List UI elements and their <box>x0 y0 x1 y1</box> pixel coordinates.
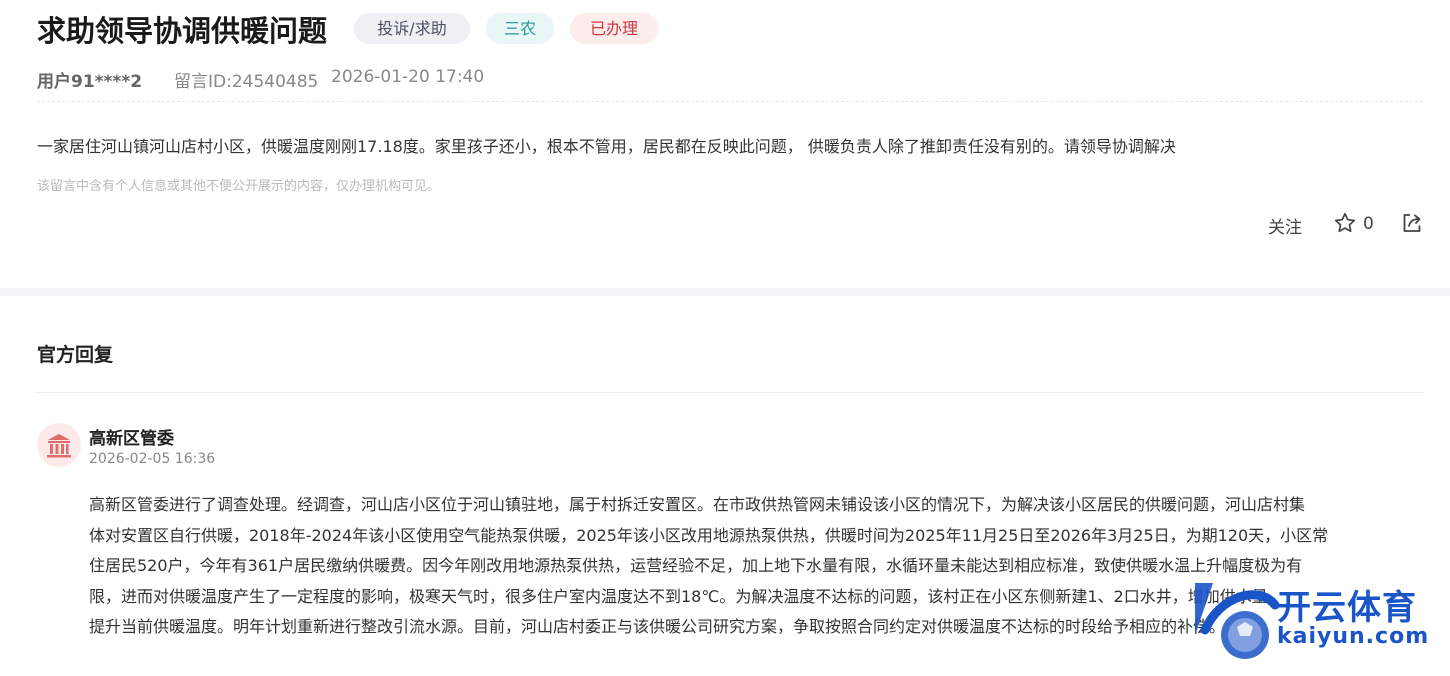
post-datetime: 2026-01-20 17:40 <box>331 67 485 87</box>
government-building-icon <box>47 434 71 458</box>
reply-section-title: 官方回复 <box>37 344 114 366</box>
post-content: 一家居住河山镇河山店村小区，供暖温度刚刚17.18度。家里孩子还小，根本不管用，… <box>37 137 1176 156</box>
avatar <box>37 423 81 467</box>
divider <box>37 392 1423 393</box>
page-title: 求助领导协调供暖问题 <box>37 14 328 48</box>
tag-domain[interactable]: 三农 <box>486 13 554 44</box>
star-count: 0 <box>1363 214 1374 234</box>
reply-department: 高新区管委 <box>89 429 174 449</box>
reply-line: 体对安置区自行供暖，2018年-2024年该小区使用空气能热泵供暖，2025年该… <box>89 525 1329 545</box>
star-icon[interactable] <box>1333 211 1357 235</box>
share-icon[interactable] <box>1400 211 1424 235</box>
reply-datetime: 2026-02-05 16:36 <box>89 451 216 467</box>
post-author: 用户91****2 <box>37 72 143 92</box>
status-badge: 已办理 <box>570 13 658 44</box>
follow-button[interactable]: 关注 <box>1268 213 1302 238</box>
divider <box>37 101 1423 102</box>
privacy-note: 该留言中含有个人信息或其他不便公开展示的内容，仅办理机构可见。 <box>37 179 441 194</box>
message-id: 留言ID:24540485 <box>174 72 319 92</box>
watermark-en: kaiyun.com <box>1277 624 1430 649</box>
watermark-cn: 开云体育 <box>1277 588 1417 628</box>
tag-category[interactable]: 投诉/求助 <box>354 13 470 44</box>
reply-line: 高新区管委进行了调查处理。经调查，河山店小区位于河山镇驻地，属于村拆迁安置区。在… <box>89 495 1306 514</box>
